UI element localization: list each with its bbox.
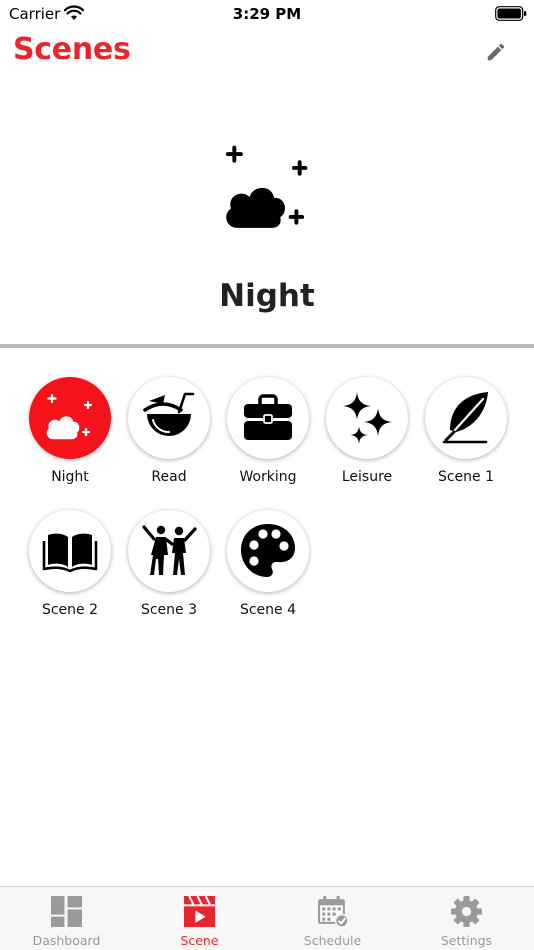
page-title: Scenes: [13, 32, 131, 67]
scene-circle[interactable]: [425, 377, 507, 459]
scene-circle[interactable]: [29, 510, 111, 592]
tab-schedule[interactable]: Schedule: [266, 887, 399, 950]
scene-label: Scene 1: [437, 469, 495, 485]
tab-label: Settings: [440, 933, 493, 948]
tab-label: Dashboard: [32, 933, 101, 948]
tab-bar: Dashboard Scene Schedule Settings: [0, 886, 534, 950]
scene-label: Scene 2: [41, 602, 99, 618]
feather-icon: [442, 392, 488, 444]
tab-label: Schedule: [303, 933, 362, 948]
coconut-drink-icon: [143, 392, 195, 436]
scene-working[interactable]: Working: [219, 377, 317, 495]
calendar-icon: [318, 896, 349, 928]
edit-button[interactable]: [482, 38, 510, 66]
scene-label: Scene 3: [140, 602, 198, 618]
sparkles-icon: [343, 392, 392, 444]
scene-label: Read: [151, 469, 187, 485]
tab-scene[interactable]: Scene: [133, 887, 266, 950]
status-bar: Carrier 3:29 PM: [0, 0, 534, 28]
gear-icon: [451, 896, 482, 927]
tab-label: Scene: [180, 933, 219, 948]
tab-settings[interactable]: Settings: [400, 887, 533, 950]
scene-circle[interactable]: [326, 377, 408, 459]
scene-label: Leisure: [341, 469, 393, 485]
moon-cloud-icon: [223, 145, 308, 231]
dashboard-icon: [51, 896, 82, 927]
scene-circle[interactable]: [227, 510, 309, 592]
divider: [0, 344, 534, 348]
scene-label: Scene 4: [239, 602, 297, 618]
scene-label: Night: [51, 469, 89, 485]
scene-circle[interactable]: [29, 377, 111, 459]
open-book-icon: [42, 533, 98, 573]
dancing-people-icon: [142, 525, 197, 575]
battery-icon: [495, 6, 527, 21]
scene-leisure[interactable]: Leisure: [318, 377, 416, 495]
scene-4[interactable]: Scene 4: [219, 510, 317, 628]
palette-icon: [241, 524, 295, 577]
scene-circle[interactable]: [227, 377, 309, 459]
briefcase-icon: [244, 394, 292, 440]
scene-3[interactable]: Scene 3: [120, 510, 218, 628]
tab-dashboard[interactable]: Dashboard: [0, 887, 133, 950]
moon-cloud-icon: [45, 393, 93, 441]
scene-night[interactable]: Night: [21, 377, 119, 495]
clapperboard-icon: [184, 895, 215, 927]
scene-circle[interactable]: [128, 377, 210, 459]
scene-2[interactable]: Scene 2: [21, 510, 119, 628]
current-scene-name: Night: [219, 278, 315, 314]
scene-label: Working: [239, 469, 297, 485]
scene-circle[interactable]: [128, 510, 210, 592]
pencil-icon: [487, 43, 505, 61]
scene-read[interactable]: Read: [120, 377, 218, 495]
scene-1[interactable]: Scene 1: [417, 377, 515, 495]
status-time: 3:29 PM: [232, 5, 302, 23]
